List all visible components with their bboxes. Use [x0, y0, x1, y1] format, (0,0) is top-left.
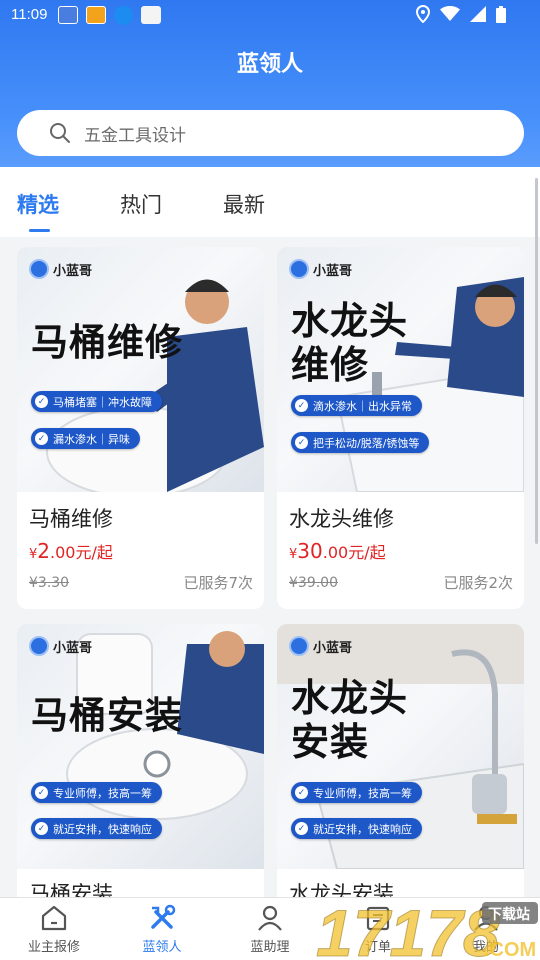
- brand-logo: 小蓝哥: [289, 259, 352, 279]
- notification-app-icon: [58, 6, 78, 24]
- brand-name: 小蓝哥: [313, 640, 353, 656]
- poster-tag: ✓ 把手松动/脱落/锈蚀等: [291, 432, 430, 453]
- nav-item-bluecollar[interactable]: 蓝领人: [112, 898, 212, 960]
- brand-name: 小蓝哥: [53, 263, 93, 279]
- product-image: 小蓝哥 马桶维修 ✓ 马桶堵塞｜冲水故障 ✓ 漏水渗水｜异味: [17, 247, 264, 492]
- product-card[interactable]: 小蓝哥 马桶安装 ✓ 专业师傅，技高一筹 ✓ 就近安排，快速响应 马桶安装: [17, 624, 264, 914]
- product-price: ¥30.00元/起: [289, 539, 386, 563]
- brand-logo: 小蓝哥: [29, 259, 92, 279]
- brand-name: 小蓝哥: [53, 640, 93, 656]
- tab-bar: 精选 热门 最新: [0, 167, 540, 237]
- poster-title: 马桶维修: [31, 321, 183, 364]
- product-image: 小蓝哥 马桶安装 ✓ 专业师傅，技高一筹 ✓ 就近安排，快速响应: [17, 624, 264, 869]
- check-icon: ✓: [295, 399, 308, 412]
- tab-active-indicator: [29, 229, 50, 232]
- product-name: 马桶维修: [29, 507, 113, 531]
- page-title: 蓝领人: [236, 52, 303, 77]
- poster-tag: ✓ 就近安排，快速响应: [31, 818, 162, 839]
- watermark-suffix: .COM: [484, 939, 536, 960]
- tab-hot[interactable]: 热门: [120, 189, 162, 219]
- product-card[interactable]: 小蓝哥 水龙头 维修 ✓ 滴水渗水｜出水异常 ✓ 把手松动/脱落/锈蚀等 水龙头维修 …: [277, 247, 524, 609]
- nav-label: 业主报修: [27, 940, 80, 955]
- brand-icon: [29, 636, 49, 656]
- poster-tag: ✓ 专业师傅，技高一筹: [31, 782, 162, 803]
- product-card[interactable]: 小蓝哥 水龙头 安装 ✓ 专业师傅，技高一筹 ✓ 就近安排，快速响应 水龙头安装: [277, 624, 524, 914]
- check-icon: ✓: [295, 786, 308, 799]
- watermark-badge: 下载站: [488, 906, 530, 923]
- original-price: ¥3.30: [29, 575, 70, 591]
- check-icon: ✓: [295, 822, 308, 835]
- app-header: 11:09 蓝领人 五金工具设计: [0, 0, 540, 167]
- poster-tag: ✓ 漏水渗水｜异味: [31, 428, 140, 449]
- notification-app-icon: [141, 6, 161, 24]
- check-icon: ✓: [35, 786, 48, 799]
- check-icon: ✓: [295, 436, 308, 449]
- served-count: 已服务2次: [443, 574, 513, 592]
- status-bar: 11:09: [0, 0, 540, 30]
- brand-icon: [289, 636, 309, 656]
- signal-icon: [470, 6, 486, 22]
- nav-item-assistant[interactable]: 蓝助理: [220, 898, 320, 960]
- search-placeholder: 五金工具设计: [84, 126, 186, 146]
- product-image: 小蓝哥 水龙头 维修 ✓ 滴水渗水｜出水异常 ✓ 把手松动/脱落/锈蚀等: [277, 247, 524, 492]
- nav-label: 蓝助理: [250, 940, 290, 955]
- brand-logo: 小蓝哥: [29, 636, 92, 656]
- original-price: ¥39.00: [289, 575, 338, 591]
- brand-icon: [289, 259, 309, 279]
- tab-latest[interactable]: 最新: [223, 189, 265, 219]
- poster-tag: ✓ 马桶堵塞｜冲水故障: [31, 391, 162, 412]
- home-icon: [41, 905, 67, 931]
- battery-icon: [496, 5, 506, 23]
- wifi-icon: [440, 6, 460, 21]
- person-icon: [258, 905, 282, 931]
- search-icon: [50, 123, 70, 143]
- check-icon: ✓: [35, 395, 48, 408]
- brand-icon: [29, 259, 49, 279]
- brand-name: 小蓝哥: [313, 263, 353, 279]
- poster-title: 马桶安装: [31, 694, 183, 737]
- poster-tag: ✓ 就近安排，快速响应: [291, 818, 422, 839]
- served-count: 已服务7次: [183, 574, 253, 592]
- brand-logo: 小蓝哥: [289, 636, 352, 656]
- nav-item-owner-repair[interactable]: 业主报修: [4, 898, 104, 960]
- poster-title: 水龙头 安装: [291, 676, 409, 764]
- download-icon: [114, 6, 133, 25]
- nav-label: 蓝领人: [142, 940, 182, 955]
- product-card[interactable]: 小蓝哥 马桶维修 ✓ 马桶堵塞｜冲水故障 ✓ 漏水渗水｜异味 马桶维修 ¥2.00元…: [17, 247, 264, 609]
- product-name: 水龙头维修: [289, 507, 394, 531]
- product-image: 小蓝哥 水龙头 安装 ✓ 专业师傅，技高一筹 ✓ 就近安排，快速响应: [277, 624, 524, 869]
- poster-tag: ✓ 滴水渗水｜出水异常: [291, 395, 422, 416]
- notification-app-icon: [86, 6, 106, 24]
- search-input[interactable]: 五金工具设计: [17, 110, 524, 156]
- scrollbar[interactable]: [535, 178, 538, 544]
- worker-illustration: [46, 279, 264, 492]
- check-icon: ✓: [35, 432, 48, 445]
- tab-featured[interactable]: 精选: [17, 189, 59, 219]
- poster-title: 水龙头 维修: [291, 299, 409, 387]
- content-area: 精选 热门 最新 小蓝哥 马桶维修 ✓ 马桶堵塞｜冲水故障 ✓ 漏水渗水｜异味 马桶…: [0, 167, 540, 914]
- watermark-number: 17178: [316, 898, 500, 960]
- check-icon: ✓: [35, 822, 48, 835]
- location-icon: [416, 5, 430, 23]
- product-price: ¥2.00元/起: [29, 539, 113, 563]
- status-time: 11:09: [11, 6, 48, 23]
- watermark-logo: 17178 .COM 下载站: [316, 898, 538, 960]
- tools-icon: [151, 904, 176, 929]
- poster-tag: ✓ 专业师傅，技高一筹: [291, 782, 422, 803]
